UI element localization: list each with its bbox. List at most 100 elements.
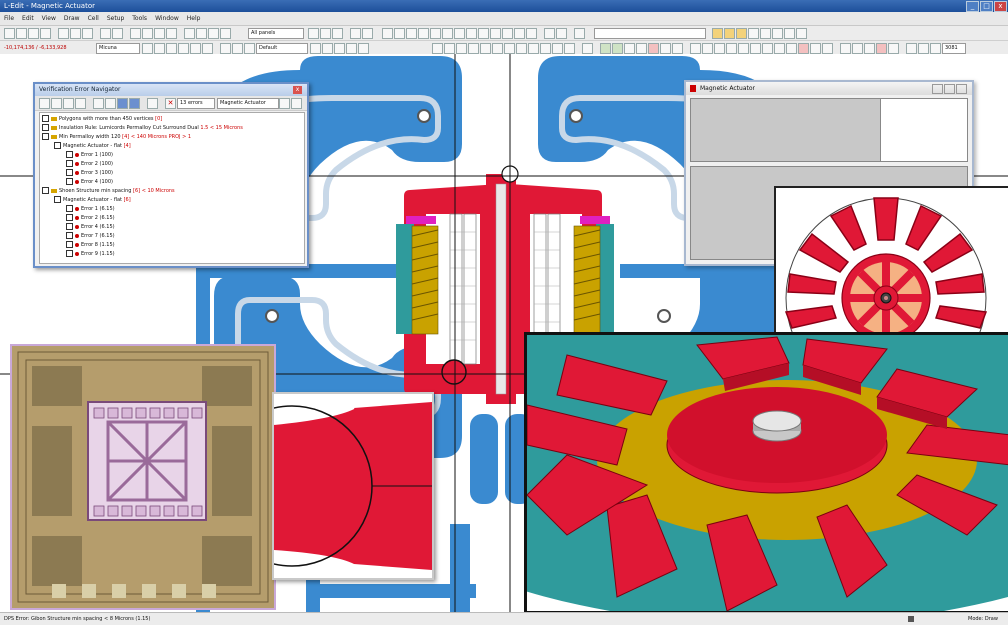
- chop-icon[interactable]: [514, 28, 525, 39]
- checkbox[interactable]: [66, 178, 73, 185]
- nav-filter-icon[interactable]: [63, 98, 74, 109]
- sdl-icon[interactable]: [772, 28, 783, 39]
- draw-box-icon[interactable]: [142, 43, 153, 54]
- properties-icon[interactable]: [888, 43, 899, 54]
- nav-dropdown-icon[interactable]: [147, 98, 158, 109]
- pan-left-icon[interactable]: [750, 43, 761, 54]
- distribute-h-icon[interactable]: [492, 43, 503, 54]
- error-row[interactable]: Error 7 (6.15): [66, 232, 115, 240]
- error-row[interactable]: Error 4 (100): [66, 178, 113, 186]
- diagonal-icon[interactable]: [232, 43, 243, 54]
- error-row[interactable]: Error 3 (100): [66, 169, 113, 177]
- actuator-close-button[interactable]: [956, 84, 967, 94]
- shrink-icon[interactable]: [502, 28, 513, 39]
- error-row[interactable]: Error 8 (1.15): [66, 241, 115, 249]
- flip-h-icon[interactable]: [382, 28, 393, 39]
- cross-select-icon[interactable]: [840, 43, 851, 54]
- layers-select[interactable]: All panels: [248, 28, 304, 39]
- checkbox[interactable]: [54, 196, 61, 203]
- cross-section-icon[interactable]: [672, 43, 683, 54]
- new-file-icon[interactable]: [4, 28, 15, 39]
- error-row[interactable]: Error 2 (6.15): [66, 214, 115, 222]
- cell-icon[interactable]: [130, 28, 141, 39]
- checkbox[interactable]: [42, 115, 49, 122]
- actuator-window-titlebar[interactable]: Magnetic Actuator: [686, 82, 972, 95]
- rule-row-vertices[interactable]: Polygons with more than 450 vertices [0]: [42, 115, 162, 123]
- nav-zoom-icon[interactable]: [129, 98, 140, 109]
- nav-edit-icon[interactable]: [51, 98, 62, 109]
- layer-palette-icon[interactable]: [308, 28, 319, 39]
- view-all-icon[interactable]: [738, 43, 749, 54]
- node-icon[interactable]: [544, 28, 555, 39]
- show-layer-icon[interactable]: [332, 28, 343, 39]
- rotate-cw-icon[interactable]: [930, 43, 941, 54]
- delete-icon[interactable]: [876, 43, 887, 54]
- cell-row[interactable]: Magnetic Actuator - flat [6]: [54, 196, 131, 204]
- draw-circle-icon[interactable]: [178, 43, 189, 54]
- rule-row-insulation[interactable]: Insulation Rule: Lumicords Permalloy Cut…: [42, 124, 243, 132]
- ruler-icon[interactable]: [184, 28, 195, 39]
- checkbox[interactable]: [66, 169, 73, 176]
- error-row[interactable]: Error 4 (6.15): [66, 223, 115, 231]
- paste-icon[interactable]: [82, 28, 93, 39]
- hierarchy-icon[interactable]: [624, 43, 635, 54]
- menu-view[interactable]: View: [38, 12, 60, 25]
- pan-right-icon[interactable]: [762, 43, 773, 54]
- rotate-icon[interactable]: [406, 28, 417, 39]
- mirror-y-icon[interactable]: [918, 43, 929, 54]
- drc-run-icon[interactable]: [712, 28, 723, 39]
- flip-v-icon[interactable]: [394, 28, 405, 39]
- select-all-icon[interactable]: [864, 43, 875, 54]
- checkbox[interactable]: [54, 142, 61, 149]
- nav-delete-icon[interactable]: ✕: [165, 98, 176, 109]
- snap-icon[interactable]: [362, 28, 373, 39]
- all-angle-icon[interactable]: [244, 43, 255, 54]
- menu-window[interactable]: Window: [151, 12, 183, 25]
- checkbox[interactable]: [66, 241, 73, 248]
- align-bottom-icon[interactable]: [456, 43, 467, 54]
- error-row[interactable]: Error 2 (100): [66, 160, 113, 168]
- rule-row-spacing[interactable]: Shoen Structure min spacing [6] < 10 Mic…: [42, 187, 175, 195]
- error-row[interactable]: Error 1 (6.15): [66, 205, 115, 213]
- grid-icon[interactable]: [350, 28, 361, 39]
- array-icon[interactable]: [582, 43, 593, 54]
- checkbox[interactable]: [66, 223, 73, 230]
- zoom-fit-icon[interactable]: [220, 28, 231, 39]
- label-icon[interactable]: [310, 43, 321, 54]
- view-selection-icon[interactable]: [726, 43, 737, 54]
- find-icon[interactable]: [574, 28, 585, 39]
- nibble-icon[interactable]: [526, 28, 537, 39]
- minimize-button[interactable]: _: [966, 1, 979, 12]
- orthogonal-icon[interactable]: [220, 43, 231, 54]
- view-prev-icon[interactable]: [690, 43, 701, 54]
- menu-draw[interactable]: Draw: [60, 12, 84, 25]
- style-select[interactable]: Default: [256, 43, 308, 54]
- nav-sort-icon[interactable]: [75, 98, 86, 109]
- nav-expand-icon[interactable]: [93, 98, 104, 109]
- menu-setup[interactable]: Setup: [103, 12, 128, 25]
- layer-select[interactable]: Micuna: [96, 43, 140, 54]
- menu-tools[interactable]: Tools: [128, 12, 151, 25]
- actuator-maximize-button[interactable]: [944, 84, 955, 94]
- drc-icon[interactable]: [154, 28, 165, 39]
- merge-icon[interactable]: [454, 28, 465, 39]
- checkbox[interactable]: [42, 187, 49, 194]
- checkbox[interactable]: [66, 232, 73, 239]
- drc-marker-icon[interactable]: [612, 43, 623, 54]
- boolean-icon[interactable]: [478, 28, 489, 39]
- port-icon[interactable]: [556, 28, 567, 39]
- open-file-icon[interactable]: [16, 28, 27, 39]
- menu-file[interactable]: File: [0, 12, 18, 25]
- save-icon[interactable]: [28, 28, 39, 39]
- checkbox[interactable]: [42, 133, 49, 140]
- hide-layer-icon[interactable]: [320, 28, 331, 39]
- same-size-icon[interactable]: [540, 43, 551, 54]
- nav-check-icon[interactable]: [39, 98, 50, 109]
- print-icon[interactable]: [40, 28, 51, 39]
- cell-select[interactable]: Magnetic Actuator: [217, 98, 279, 109]
- checkbox[interactable]: [66, 214, 73, 221]
- nav-collapse-icon[interactable]: [105, 98, 116, 109]
- drc-setup-icon[interactable]: [736, 28, 747, 39]
- drc-flag-icon[interactable]: [600, 43, 611, 54]
- menu-help[interactable]: Help: [183, 12, 205, 25]
